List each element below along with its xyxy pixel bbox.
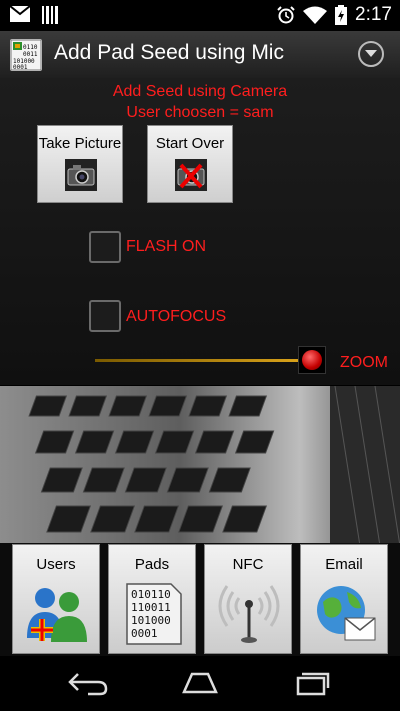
autofocus-checkbox[interactable] — [89, 300, 121, 332]
gmail-icon — [10, 6, 30, 22]
wifi-icon — [303, 6, 328, 24]
barcode-icon — [42, 6, 58, 24]
flash-checkbox[interactable] — [89, 231, 121, 263]
take-picture-button[interactable]: Take Picture — [37, 125, 123, 203]
overflow-menu-button[interactable] — [358, 41, 384, 67]
app-icon-line-4: 0001 — [13, 64, 28, 71]
recents-icon[interactable] — [292, 670, 332, 696]
tab-nfc[interactable]: NFC — [204, 544, 292, 654]
start-over-button[interactable]: Start Over — [147, 125, 233, 203]
tab-email-label: Email — [325, 556, 363, 573]
camera-cancel-icon — [175, 159, 207, 191]
camera-icon — [65, 159, 97, 191]
autofocus-label: AUTOFOCUS — [126, 308, 227, 325]
pad-line-3: 101000 — [131, 614, 171, 627]
camera-preview[interactable] — [0, 386, 400, 546]
keyboard-preview-image — [0, 386, 400, 546]
bottom-tab-bar: Users Pads 010110 110011 101000 0001 NFC — [0, 543, 400, 656]
flash-label: FLASH ON — [126, 238, 207, 255]
app-icon[interactable]: 0110 0011 101000 0001 — [10, 39, 42, 71]
user-label: User choosen = sam — [126, 104, 274, 121]
tab-pads-label: Pads — [134, 556, 170, 573]
nfc-antenna-icon — [218, 585, 280, 643]
chevron-down-icon — [365, 50, 377, 57]
back-icon[interactable] — [68, 670, 108, 696]
tab-email[interactable]: Email — [300, 544, 388, 654]
start-over-label: Start Over — [155, 135, 225, 152]
action-bar: 0110 0011 101000 0001 Add Pad Seed using… — [0, 31, 400, 79]
users-add-icon — [27, 588, 87, 642]
battery-icon — [335, 5, 348, 25]
status-bar: 2:17 — [0, 0, 400, 31]
alarm-icon — [277, 6, 295, 24]
app-title: Add Pad Seed using Mic — [54, 41, 284, 64]
zoom-slider-knob[interactable] — [298, 346, 326, 374]
tab-users[interactable]: Users — [12, 544, 100, 654]
tab-users-label: Users — [36, 556, 76, 573]
pad-document-icon: 010110 110011 101000 0001 — [126, 583, 182, 645]
home-icon[interactable] — [180, 670, 220, 696]
mode-title: Add Seed using Camera — [112, 83, 288, 100]
navigation-bar — [0, 656, 400, 711]
pad-line-4: 0001 — [131, 627, 158, 640]
take-picture-label: Take Picture — [38, 135, 122, 152]
email-globe-icon — [317, 586, 376, 641]
tab-pads[interactable]: Pads 010110 110011 101000 0001 — [108, 544, 196, 654]
tab-nfc-label: NFC — [232, 556, 264, 573]
app-icon-line-1: 0110 — [23, 44, 38, 51]
clock: 2:17 — [355, 4, 392, 25]
camera-controls-panel: Add Seed using Camera User choosen = sam… — [0, 78, 400, 385]
zoom-label: ZOOM — [340, 354, 388, 371]
zoom-slider-track[interactable] — [95, 359, 300, 362]
pad-line-1: 010110 — [131, 588, 171, 601]
pad-line-2: 110011 — [131, 601, 171, 614]
app-icon-line-2: 0011 — [23, 51, 38, 58]
